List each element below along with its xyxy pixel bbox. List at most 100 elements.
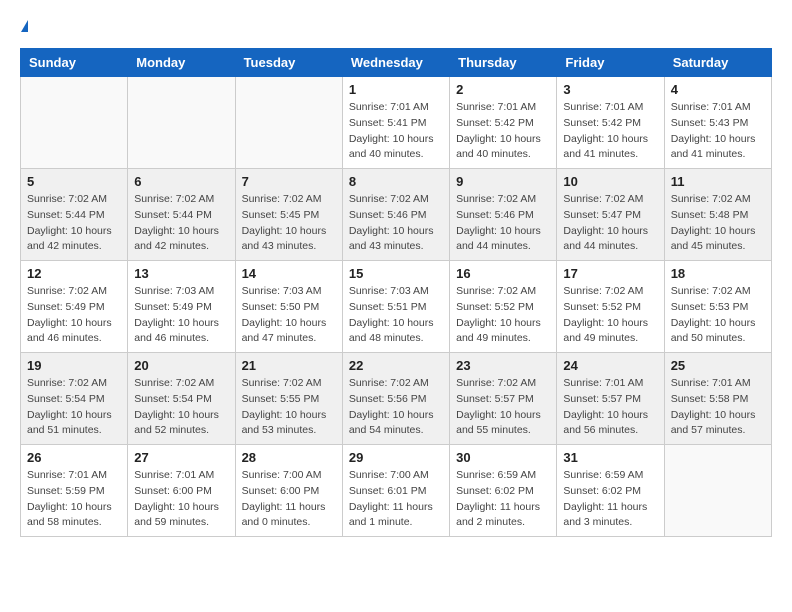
day-info: Sunrise: 7:02 AMSunset: 5:54 PMDaylight:… (27, 376, 121, 439)
day-number: 27 (134, 450, 228, 465)
day-number: 12 (27, 266, 121, 281)
calendar-week-row: 1 Sunrise: 7:01 AMSunset: 5:41 PMDaylight… (21, 77, 772, 169)
weekday-header-sunday: Sunday (21, 49, 128, 77)
calendar-day-30: 30 Sunrise: 6:59 AMSunset: 6:02 PMDayligh… (450, 445, 557, 537)
weekday-header-monday: Monday (128, 49, 235, 77)
day-info: Sunrise: 7:02 AMSunset: 5:54 PMDaylight:… (134, 376, 228, 439)
day-info: Sunrise: 7:02 AMSunset: 5:56 PMDaylight:… (349, 376, 443, 439)
calendar-empty-cell (235, 77, 342, 169)
day-info: Sunrise: 7:02 AMSunset: 5:46 PMDaylight:… (456, 192, 550, 255)
weekday-header-saturday: Saturday (664, 49, 771, 77)
calendar-day-12: 12 Sunrise: 7:02 AMSunset: 5:49 PMDayligh… (21, 261, 128, 353)
day-info: Sunrise: 7:01 AMSunset: 5:58 PMDaylight:… (671, 376, 765, 439)
calendar-day-1: 1 Sunrise: 7:01 AMSunset: 5:41 PMDaylight… (342, 77, 449, 169)
day-info: Sunrise: 7:02 AMSunset: 5:49 PMDaylight:… (27, 284, 121, 347)
day-info: Sunrise: 7:02 AMSunset: 5:48 PMDaylight:… (671, 192, 765, 255)
page-header (20, 20, 772, 32)
day-number: 30 (456, 450, 550, 465)
calendar-week-row: 26 Sunrise: 7:01 AMSunset: 5:59 PMDayligh… (21, 445, 772, 537)
weekday-header-wednesday: Wednesday (342, 49, 449, 77)
day-info: Sunrise: 7:02 AMSunset: 5:44 PMDaylight:… (27, 192, 121, 255)
weekday-header-tuesday: Tuesday (235, 49, 342, 77)
calendar-day-26: 26 Sunrise: 7:01 AMSunset: 5:59 PMDayligh… (21, 445, 128, 537)
day-info: Sunrise: 7:03 AMSunset: 5:50 PMDaylight:… (242, 284, 336, 347)
weekday-header-thursday: Thursday (450, 49, 557, 77)
day-number: 17 (563, 266, 657, 281)
day-info: Sunrise: 7:02 AMSunset: 5:46 PMDaylight:… (349, 192, 443, 255)
day-info: Sunrise: 7:02 AMSunset: 5:45 PMDaylight:… (242, 192, 336, 255)
day-info: Sunrise: 7:02 AMSunset: 5:57 PMDaylight:… (456, 376, 550, 439)
calendar-day-6: 6Sunrise: 7:02 AMSunset: 5:44 PMDaylight… (128, 169, 235, 261)
day-info: Sunrise: 7:02 AMSunset: 5:44 PMDaylight:… (134, 192, 228, 255)
calendar-week-row: 12 Sunrise: 7:02 AMSunset: 5:49 PMDayligh… (21, 261, 772, 353)
day-number: 11 (671, 174, 765, 189)
calendar-day-24: 24Sunrise: 7:01 AMSunset: 5:57 PMDayligh… (557, 353, 664, 445)
calendar-day-10: 10Sunrise: 7:02 AMSunset: 5:47 PMDayligh… (557, 169, 664, 261)
day-number: 1 (349, 82, 443, 97)
day-number: 28 (242, 450, 336, 465)
calendar-day-27: 27 Sunrise: 7:01 AMSunset: 6:00 PMDayligh… (128, 445, 235, 537)
calendar-day-19: 19 Sunrise: 7:02 AMSunset: 5:54 PMDayligh… (21, 353, 128, 445)
day-number: 20 (134, 358, 228, 373)
day-info: Sunrise: 7:02 AMSunset: 5:55 PMDaylight:… (242, 376, 336, 439)
day-number: 21 (242, 358, 336, 373)
day-number: 2 (456, 82, 550, 97)
day-number: 23 (456, 358, 550, 373)
day-number: 9 (456, 174, 550, 189)
calendar-empty-cell (664, 445, 771, 537)
calendar-day-5: 5Sunrise: 7:02 AMSunset: 5:44 PMDaylight… (21, 169, 128, 261)
day-number: 19 (27, 358, 121, 373)
calendar-day-22: 22 Sunrise: 7:02 AMSunset: 5:56 PMDayligh… (342, 353, 449, 445)
day-number: 26 (27, 450, 121, 465)
calendar-day-3: 3 Sunrise: 7:01 AMSunset: 5:42 PMDaylight… (557, 77, 664, 169)
day-info: Sunrise: 7:03 AMSunset: 5:49 PMDaylight:… (134, 284, 228, 347)
day-number: 3 (563, 82, 657, 97)
calendar-week-row: 5Sunrise: 7:02 AMSunset: 5:44 PMDaylight… (21, 169, 772, 261)
weekday-header-friday: Friday (557, 49, 664, 77)
day-info: Sunrise: 7:02 AMSunset: 5:52 PMDaylight:… (456, 284, 550, 347)
calendar-day-2: 2Sunrise: 7:01 AMSunset: 5:42 PMDaylight… (450, 77, 557, 169)
day-info: Sunrise: 7:00 AMSunset: 6:01 PMDaylight:… (349, 468, 443, 531)
day-info: Sunrise: 7:01 AMSunset: 5:43 PMDaylight:… (671, 100, 765, 163)
calendar-day-13: 13 Sunrise: 7:03 AMSunset: 5:49 PMDayligh… (128, 261, 235, 353)
calendar-day-25: 25 Sunrise: 7:01 AMSunset: 5:58 PMDayligh… (664, 353, 771, 445)
day-info: Sunrise: 6:59 AMSunset: 6:02 PMDaylight:… (456, 468, 550, 531)
day-number: 4 (671, 82, 765, 97)
calendar-day-17: 17 Sunrise: 7:02 AMSunset: 5:52 PMDayligh… (557, 261, 664, 353)
calendar-day-21: 21 Sunrise: 7:02 AMSunset: 5:55 PMDayligh… (235, 353, 342, 445)
calendar-week-row: 19 Sunrise: 7:02 AMSunset: 5:54 PMDayligh… (21, 353, 772, 445)
calendar-day-31: 31 Sunrise: 6:59 AMSunset: 6:02 PMDayligh… (557, 445, 664, 537)
calendar-table: SundayMondayTuesdayWednesdayThursdayFrid… (20, 48, 772, 537)
day-number: 8 (349, 174, 443, 189)
logo (20, 20, 28, 32)
day-number: 13 (134, 266, 228, 281)
day-info: Sunrise: 7:01 AMSunset: 5:41 PMDaylight:… (349, 100, 443, 163)
calendar-day-20: 20 Sunrise: 7:02 AMSunset: 5:54 PMDayligh… (128, 353, 235, 445)
logo-arrow-icon (21, 20, 28, 32)
day-number: 7 (242, 174, 336, 189)
day-number: 29 (349, 450, 443, 465)
day-number: 15 (349, 266, 443, 281)
calendar-day-14: 14Sunrise: 7:03 AMSunset: 5:50 PMDayligh… (235, 261, 342, 353)
day-number: 22 (349, 358, 443, 373)
day-info: Sunrise: 6:59 AMSunset: 6:02 PMDaylight:… (563, 468, 657, 531)
calendar-day-7: 7 Sunrise: 7:02 AMSunset: 5:45 PMDaylight… (235, 169, 342, 261)
calendar-empty-cell (128, 77, 235, 169)
calendar-day-4: 4 Sunrise: 7:01 AMSunset: 5:43 PMDaylight… (664, 77, 771, 169)
calendar-day-11: 11 Sunrise: 7:02 AMSunset: 5:48 PMDayligh… (664, 169, 771, 261)
calendar-day-15: 15Sunrise: 7:03 AMSunset: 5:51 PMDayligh… (342, 261, 449, 353)
calendar-day-23: 23 Sunrise: 7:02 AMSunset: 5:57 PMDayligh… (450, 353, 557, 445)
calendar-day-8: 8 Sunrise: 7:02 AMSunset: 5:46 PMDaylight… (342, 169, 449, 261)
day-number: 31 (563, 450, 657, 465)
day-number: 16 (456, 266, 550, 281)
day-info: Sunrise: 7:02 AMSunset: 5:52 PMDaylight:… (563, 284, 657, 347)
day-info: Sunrise: 7:02 AMSunset: 5:53 PMDaylight:… (671, 284, 765, 347)
day-number: 24 (563, 358, 657, 373)
day-info: Sunrise: 7:01 AMSunset: 5:42 PMDaylight:… (563, 100, 657, 163)
calendar-day-29: 29 Sunrise: 7:00 AMSunset: 6:01 PMDayligh… (342, 445, 449, 537)
day-number: 25 (671, 358, 765, 373)
day-info: Sunrise: 7:01 AMSunset: 6:00 PMDaylight:… (134, 468, 228, 531)
calendar-day-9: 9 Sunrise: 7:02 AMSunset: 5:46 PMDaylight… (450, 169, 557, 261)
day-info: Sunrise: 7:01 AMSunset: 5:59 PMDaylight:… (27, 468, 121, 531)
day-number: 18 (671, 266, 765, 281)
